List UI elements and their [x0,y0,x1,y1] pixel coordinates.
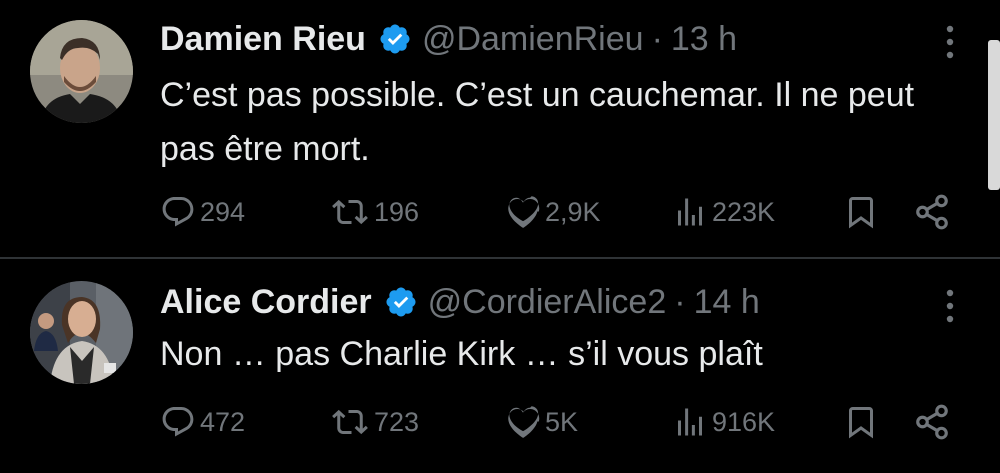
avatar[interactable] [30,20,133,123]
views-button[interactable]: 916K [672,400,775,444]
like-count: 2,9K [545,196,601,227]
timestamp[interactable]: 13 h [671,19,737,59]
more-options-icon[interactable] [938,286,962,326]
tweet[interactable]: Alice Cordier @CordierAlice2 · 14 h Non … [0,259,1000,473]
display-name[interactable]: Alice Cordier [160,282,372,322]
share-button[interactable] [913,400,951,444]
heart-icon [508,196,540,228]
avatar-image [30,281,133,384]
handle[interactable]: @DamienRieu [422,19,644,59]
display-name[interactable]: Damien Rieu [160,19,366,59]
view-count: 916K [712,406,776,437]
views-button[interactable]: 223K [672,190,775,234]
tweet-header: Alice Cordier @CordierAlice2 · 14 h [160,282,760,322]
avatar[interactable] [30,281,133,384]
reply-button[interactable]: 294 [160,190,245,234]
tweet[interactable]: Damien Rieu @DamienRieu · 13 h C’est pas… [0,0,1000,258]
bookmark-icon [849,407,873,439]
tweet-actions: 294 196 2,9K 223K [0,190,1000,234]
repost-count: 196 [374,196,420,227]
timestamp[interactable]: 14 h [694,282,760,322]
separator-dot: · [651,20,663,58]
views-icon [678,408,702,436]
tweet-text: C’est pas possible. C’est un cauchemar. … [160,76,915,168]
avatar-image [30,20,133,123]
heart-icon [508,406,540,438]
reply-icon [162,407,194,437]
like-button[interactable]: 2,9K [505,190,601,234]
reply-button[interactable]: 472 [160,400,245,444]
view-count: 223K [712,196,776,227]
bookmark-button[interactable] [843,190,879,234]
reply-count: 472 [200,406,246,437]
verified-badge-icon[interactable] [378,22,412,56]
reply-count: 294 [200,196,246,227]
separator-dot: · [674,283,686,321]
share-button[interactable] [913,190,951,234]
repost-count: 723 [374,406,420,437]
like-button[interactable]: 5K [505,400,578,444]
bookmark-icon [849,197,873,229]
tweet-header: Damien Rieu @DamienRieu · 13 h [160,19,737,59]
verified-badge-icon[interactable] [384,285,418,319]
repost-button[interactable]: 723 [330,400,419,444]
reply-icon [162,197,194,227]
tweet-text: Non … pas Charlie Kirk … s’il vous plaît [160,335,763,373]
repost-icon [332,409,368,435]
like-count: 5K [545,406,579,437]
repost-icon [332,199,368,225]
more-options-icon[interactable] [938,22,962,62]
views-icon [678,198,702,226]
share-icon [916,404,948,440]
bookmark-button[interactable] [843,400,879,444]
tweet-actions: 472 723 5K 916K [0,400,1000,444]
scrollbar-thumb[interactable] [988,40,1000,190]
handle[interactable]: @CordierAlice2 [428,282,667,322]
repost-button[interactable]: 196 [330,190,419,234]
share-icon [916,194,948,230]
